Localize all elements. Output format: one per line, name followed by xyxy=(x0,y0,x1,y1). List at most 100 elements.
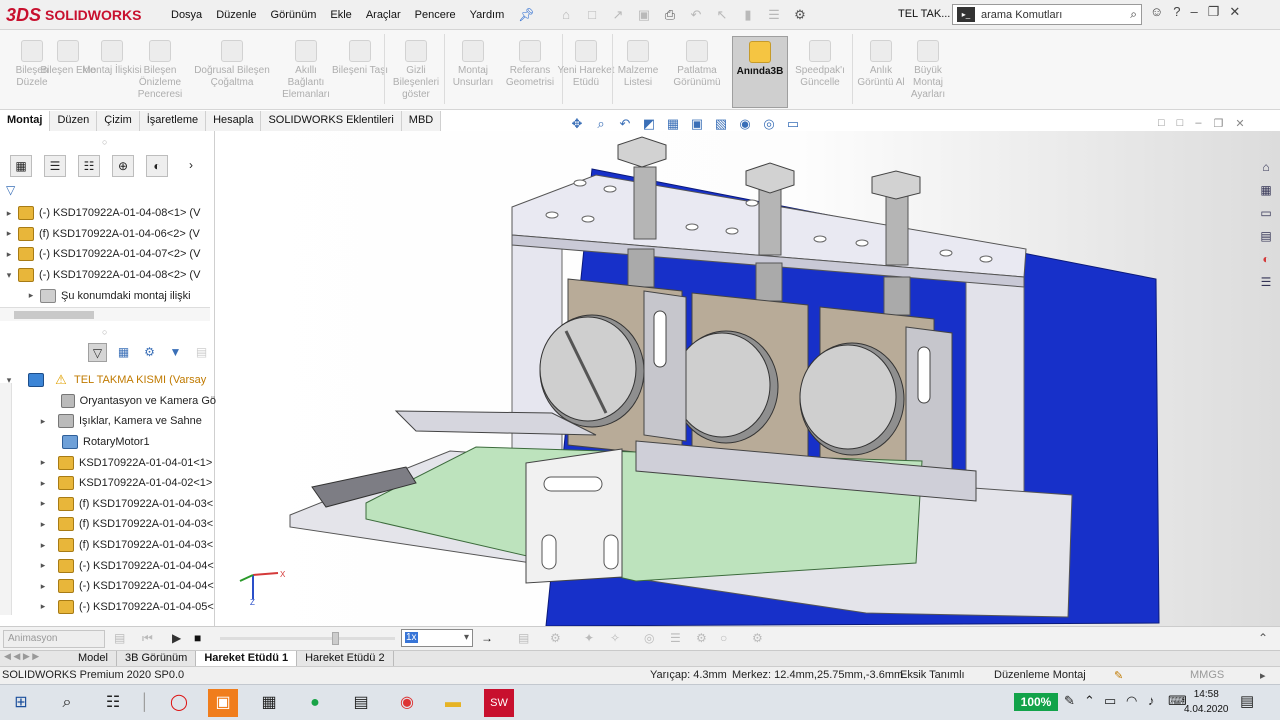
rebuild-status-icon[interactable]: ✎ xyxy=(1114,669,1123,682)
large-assembly-settings-button[interactable]: Büyük Montaj Ayarları xyxy=(898,36,958,108)
expand-arrow-icon[interactable]: ▸ xyxy=(38,498,48,509)
pin-icon[interactable]: 📌︎ xyxy=(518,7,535,23)
view-palette-icon[interactable]: ▤ xyxy=(1256,227,1276,246)
viewport-minimize-icon[interactable]: – xyxy=(1195,117,1201,130)
timeline-slider[interactable] xyxy=(220,632,395,645)
wifi-icon[interactable]: ◠ xyxy=(1126,693,1137,709)
tab-scroll-arrows[interactable]: ◀ ◀ ▶ ▶ xyxy=(0,651,70,666)
update-speedpak-button[interactable]: Speedpak'ı Güncelle xyxy=(790,36,850,108)
print-icon[interactable]: ⎙ xyxy=(660,5,680,25)
menu-araclar[interactable]: Araçlar xyxy=(359,9,408,21)
store-icon[interactable]: ▦ xyxy=(254,689,284,717)
scene-icon[interactable]: ◎ xyxy=(760,115,778,133)
windows-start-icon[interactable]: ⊞ xyxy=(6,689,36,717)
menu-ekle[interactable]: Ekle xyxy=(323,9,358,21)
filter-components-icon[interactable]: ▦ xyxy=(114,343,133,362)
tree-row[interactable]: ▸ KSD170922A-01-04-02<1> xyxy=(4,473,216,494)
viewport-restore-icon[interactable]: ❐ xyxy=(1213,117,1223,130)
menu-pencere[interactable]: Pencere xyxy=(408,9,463,21)
collapse-up-icon[interactable]: ⌃ xyxy=(1258,631,1268,645)
tree-row[interactable]: ▸ (-) KSD170922A-01-04-04< xyxy=(4,555,216,576)
contact-icon[interactable]: ○ xyxy=(720,631,727,645)
play-from-start-icon[interactable]: ⏮ xyxy=(142,631,153,646)
pen-icon[interactable]: ✎ xyxy=(1064,693,1075,709)
add-key-icon[interactable]: ✧ xyxy=(610,631,620,645)
notifications-icon[interactable]: ▤ xyxy=(1240,692,1254,710)
zoom-area-icon[interactable]: ⌕ xyxy=(592,115,610,133)
tree-row[interactable]: ▸ Şu konumdaki montaj ilişki xyxy=(4,285,209,306)
tab-mbd[interactable]: MBD xyxy=(401,111,442,131)
solidworks-logo[interactable]: 3DS SOLIDWORKS xyxy=(6,3,144,27)
motor-icon[interactable]: ◎ xyxy=(644,631,654,645)
tab-motion-study-1[interactable]: Hareket Etüdü 1 xyxy=(196,651,298,666)
volume-icon[interactable]: ♪ xyxy=(1148,693,1155,708)
previous-view-icon[interactable]: ↶ xyxy=(616,115,634,133)
close-icon[interactable]: ✕ xyxy=(1229,4,1240,20)
tab-duzen[interactable]: Düzen xyxy=(50,111,98,131)
tree-row[interactable]: Oryantasyon ve Kamera Gö xyxy=(4,391,216,412)
viewport-left-icon[interactable]: □ xyxy=(1158,117,1165,130)
motion-options-icon[interactable]: ⚙ xyxy=(752,631,763,645)
damper-icon[interactable]: ⚙ xyxy=(696,631,707,645)
file-properties-icon[interactable]: ☰ xyxy=(764,5,784,25)
move-component-button[interactable]: Bileşeni Taşı xyxy=(330,36,390,108)
panel-splitter[interactable]: ○ xyxy=(102,327,107,337)
show-hidden-icons-icon[interactable]: ⌃ xyxy=(1084,693,1095,709)
section-view-icon[interactable]: ◩ xyxy=(640,115,658,133)
filter-icon[interactable]: ▽ xyxy=(6,183,15,197)
spring-icon[interactable]: ☰ xyxy=(670,631,681,645)
filter-funnel-icon[interactable]: ▼ xyxy=(166,343,185,362)
expand-arrow-icon[interactable]: ▸ xyxy=(26,290,36,301)
playback-speed-select[interactable]: 1x ▾ xyxy=(401,629,473,647)
tree-row[interactable]: ▸ (f) KSD170922A-01-04-03< xyxy=(4,535,216,556)
new-motion-study-button[interactable]: Yeni Hareket Etüdü xyxy=(556,36,616,108)
save-icon[interactable]: ▣ xyxy=(634,5,654,25)
whatsapp-icon[interactable]: ● xyxy=(300,689,330,717)
tree-row[interactable]: ▾ (-) KSD170922A-01-04-08<2> (V xyxy=(4,265,209,286)
dynamic-annotation-icon[interactable]: ▦ xyxy=(664,115,682,133)
menu-yardim[interactable]: Yardım xyxy=(463,9,512,21)
search-icon[interactable]: ⌕ xyxy=(1130,7,1137,22)
chevron-right-icon[interactable]: › xyxy=(180,155,202,177)
tree-row[interactable]: RotaryMotor1 xyxy=(4,432,216,453)
filter-gear-icon[interactable]: ⚙ xyxy=(140,343,159,362)
chrome-icon[interactable]: ◉ xyxy=(392,689,422,717)
expand-arrow-icon[interactable]: ▸ xyxy=(4,228,14,239)
tab-model[interactable]: Model xyxy=(70,651,117,666)
tree-row[interactable]: ▸ (-) KSD170922A-01-04-07<2> (V xyxy=(4,244,209,265)
view-orientation-icon[interactable]: ▣ xyxy=(688,115,706,133)
tree-row[interactable]: ▸ (-) KSD170922A-01-04-08<1> (V xyxy=(4,203,209,224)
assembly-model-view[interactable]: X Z xyxy=(216,131,1280,626)
expand-arrow-icon[interactable]: ▸ xyxy=(38,560,48,571)
filter-disabled-icon[interactable]: ▤ xyxy=(192,343,211,362)
collapse-arrow-icon[interactable]: ▾ xyxy=(4,270,14,281)
stop-icon[interactable]: ■ xyxy=(194,631,201,645)
clock[interactable]: 14:58 4.04.2020 xyxy=(1184,687,1229,717)
rebuild-icon[interactable]: ▮ xyxy=(738,5,758,25)
menu-gorunum[interactable]: Görünüm xyxy=(264,9,324,21)
solidworks-resources-icon[interactable]: ⌂ xyxy=(1256,158,1276,177)
expand-arrow-icon[interactable]: ▸ xyxy=(38,581,48,592)
expand-arrow-icon[interactable]: ▸ xyxy=(38,457,48,468)
tab-3d-view[interactable]: 3B Görünüm xyxy=(117,651,197,666)
battery-icon[interactable]: ▭ xyxy=(1104,693,1116,709)
bill-of-materials-button[interactable]: Malzeme Listesi xyxy=(608,36,668,108)
tree-row[interactable]: ▸ KSD170922A-01-04-01<1> xyxy=(4,452,216,473)
graphics-area[interactable]: X Z xyxy=(216,131,1280,626)
expand-arrow-icon[interactable]: ▸ xyxy=(4,208,14,219)
expand-arrow-icon[interactable]: ▸ xyxy=(38,540,48,551)
tab-isaretleme[interactable]: İşaretleme xyxy=(139,111,207,131)
expand-arrow-icon[interactable]: ▸ xyxy=(38,478,48,489)
tab-hesapla[interactable]: Hesapla xyxy=(206,111,262,131)
exploded-view-button[interactable]: Patlatma Görünümü xyxy=(667,36,727,108)
viewport-right-icon[interactable]: □ xyxy=(1177,117,1184,130)
search-input[interactable]: arama Komutları xyxy=(981,9,1130,21)
monitor-icon[interactable]: ▭ xyxy=(784,115,802,133)
appearances-icon[interactable]: ◐ xyxy=(1256,250,1276,269)
open-icon[interactable]: ↗ xyxy=(608,5,628,25)
component-preview-button[interactable]: Bileşen Önizleme Penceresi xyxy=(130,36,190,108)
hide-show-icon[interactable]: ◉ xyxy=(736,115,754,133)
menu-dosya[interactable]: Dosya xyxy=(164,9,209,21)
file-explorer-icon[interactable]: ▬ xyxy=(438,689,468,717)
tree-row-root[interactable]: ▾ ⚠ TEL TAKMA KISMI (Varsay xyxy=(4,370,216,391)
